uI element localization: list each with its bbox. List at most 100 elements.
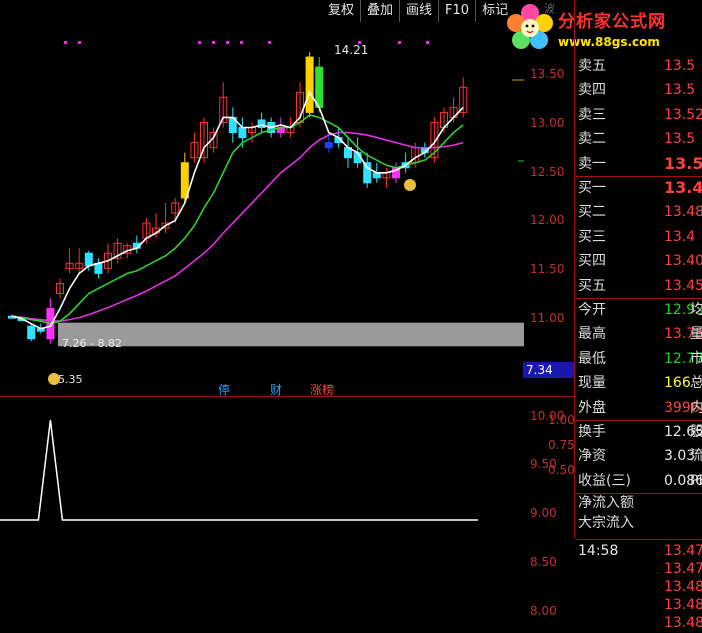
- quote-label: 卖四: [578, 82, 606, 99]
- indicator-chart[interactable]: [0, 398, 524, 536]
- top-dot: [64, 41, 67, 44]
- indicator-axis-tick: 0.75: [548, 438, 575, 452]
- stat-row[interactable]: 现量 166 总: [576, 373, 702, 393]
- candle-body: [84, 252, 93, 267]
- quote-extra-label: 内: [690, 399, 702, 416]
- high-price-label: 14.21: [334, 43, 368, 57]
- flow-label-text: 大宗流入: [578, 515, 634, 532]
- quote-value: 13.45: [664, 277, 702, 294]
- quote-label: 买二: [578, 204, 606, 221]
- tick-time: 14:58: [578, 543, 619, 560]
- ma-slow-line: [11, 131, 464, 322]
- quote-value: 13.49: [664, 178, 702, 197]
- f10-button[interactable]: F10: [438, 0, 475, 22]
- quote-extra-label: 流: [690, 448, 702, 465]
- marker-finance[interactable]: 财: [270, 381, 282, 398]
- bid-row[interactable]: 买五 13.45: [576, 276, 702, 296]
- candle-body: [238, 127, 247, 139]
- price-axis-tick: 9.00: [530, 506, 557, 521]
- tick-row: 14:58 13.47: [576, 541, 702, 561]
- quote-label: 买五: [578, 277, 606, 294]
- panel-divider: [574, 0, 575, 538]
- tick-price: 13.48: [664, 579, 702, 596]
- tick-price: 13.47: [664, 561, 702, 578]
- quote-value: 13.40: [664, 253, 702, 270]
- quote-label: 卖二: [578, 131, 606, 148]
- top-dot: [240, 41, 243, 44]
- site-logo: 分析家公式网 www.88gs.com: [500, 0, 702, 56]
- restore-rights-button[interactable]: 复权: [322, 0, 360, 22]
- overlay-button[interactable]: 叠加: [360, 0, 399, 22]
- price-band: [58, 322, 524, 347]
- tick-row: 13.48: [576, 595, 702, 615]
- quote-value: 13.5: [664, 82, 696, 99]
- ask-row[interactable]: 卖一 13.50: [576, 154, 702, 174]
- quote-label: 外盘: [578, 399, 606, 416]
- band-range-label: 7.26 - 8.82: [62, 337, 122, 350]
- low-price-label: 5.35: [58, 373, 83, 386]
- quote-value: 13.52: [664, 106, 702, 123]
- money-bag-icon: [48, 373, 60, 385]
- quote-label: 买一: [578, 180, 606, 196]
- top-dot: [268, 41, 271, 44]
- marker-rank[interactable]: 涨榜: [310, 381, 334, 398]
- quote-label: 卖五: [578, 58, 606, 74]
- flow-label: 净流入额: [576, 493, 702, 513]
- candle-body: [324, 142, 333, 149]
- stat-row[interactable]: 外盘399661内: [576, 398, 702, 418]
- top-dot: [426, 41, 429, 44]
- quote-label: 买四: [578, 253, 606, 270]
- stat-row[interactable]: 最低 12.77 市: [576, 349, 702, 369]
- quote-extra-label: PI: [690, 472, 702, 489]
- ma-fast-line: [11, 90, 464, 330]
- candlestick-chart[interactable]: 14.21 5.35 7.26 - 8.82: [0, 24, 524, 396]
- quote-label: 收益(三): [578, 472, 631, 489]
- price-axis-tick: 11.50: [530, 262, 565, 277]
- candle-body: [315, 66, 324, 108]
- indicator-axis-tick: 1.00: [548, 413, 575, 427]
- quote-label: 今开: [578, 302, 606, 318]
- quote-separator: [576, 298, 702, 299]
- finance-row[interactable]: 换手12.65%股: [576, 422, 702, 442]
- draw-line-button[interactable]: 画线: [399, 0, 438, 22]
- ask-row[interactable]: 卖五 13.5: [576, 56, 702, 76]
- indicator-line: [0, 419, 478, 521]
- quote-value: 166: [664, 375, 691, 392]
- quote-extra-label: 股: [690, 424, 702, 440]
- stat-row[interactable]: 最高 13.75 量: [576, 324, 702, 344]
- tick-row: 13.47: [576, 559, 702, 579]
- quote-separator: [576, 176, 702, 177]
- quote-extra-label: 总: [690, 375, 702, 392]
- top-dot: [78, 41, 81, 44]
- tick-price: 13.47: [664, 543, 702, 560]
- quote-extra-label: 均: [690, 302, 702, 318]
- quote-label: 现量: [578, 375, 606, 392]
- current-price-tag: 7.34: [523, 362, 574, 378]
- flow-label-text: 净流入额: [578, 495, 634, 512]
- quote-extra-label: 量: [690, 326, 702, 343]
- ask-row[interactable]: 卖四 13.5: [576, 80, 702, 100]
- finance-row[interactable]: 净资 3.03 流: [576, 446, 702, 466]
- ask-row[interactable]: 卖二 13.5: [576, 129, 702, 149]
- bid-row[interactable]: 买二 13.48: [576, 202, 702, 222]
- bid-row[interactable]: 买三 13.4: [576, 227, 702, 247]
- quote-value: 13.48: [664, 204, 702, 221]
- tick-price: 13.48: [664, 615, 702, 632]
- quote-label: 最低: [578, 350, 606, 367]
- indicator-axis-tick: 0.50: [548, 463, 575, 477]
- quote-label: 买三: [578, 228, 606, 245]
- price-axis-tick: 12.00: [530, 213, 565, 228]
- ask-row[interactable]: 卖三 13.52: [576, 105, 702, 125]
- bid-row[interactable]: 买四 13.40: [576, 251, 702, 271]
- ma-mid-line: [11, 114, 464, 325]
- flow-label: 大宗流入: [576, 513, 702, 533]
- marker-suspend[interactable]: 停: [218, 381, 230, 398]
- top-dot: [212, 41, 215, 44]
- quote-label: 卖一: [578, 155, 606, 172]
- finance-row[interactable]: 收益(三) 0.086 PI: [576, 471, 702, 491]
- quote-value: 13.5: [664, 58, 696, 74]
- quote-separator: [576, 539, 702, 541]
- bid-row[interactable]: 买一 13.49: [576, 178, 702, 198]
- stat-row[interactable]: 今开 12.92 均: [576, 300, 702, 320]
- price-axis-tick: 13.00: [530, 115, 565, 130]
